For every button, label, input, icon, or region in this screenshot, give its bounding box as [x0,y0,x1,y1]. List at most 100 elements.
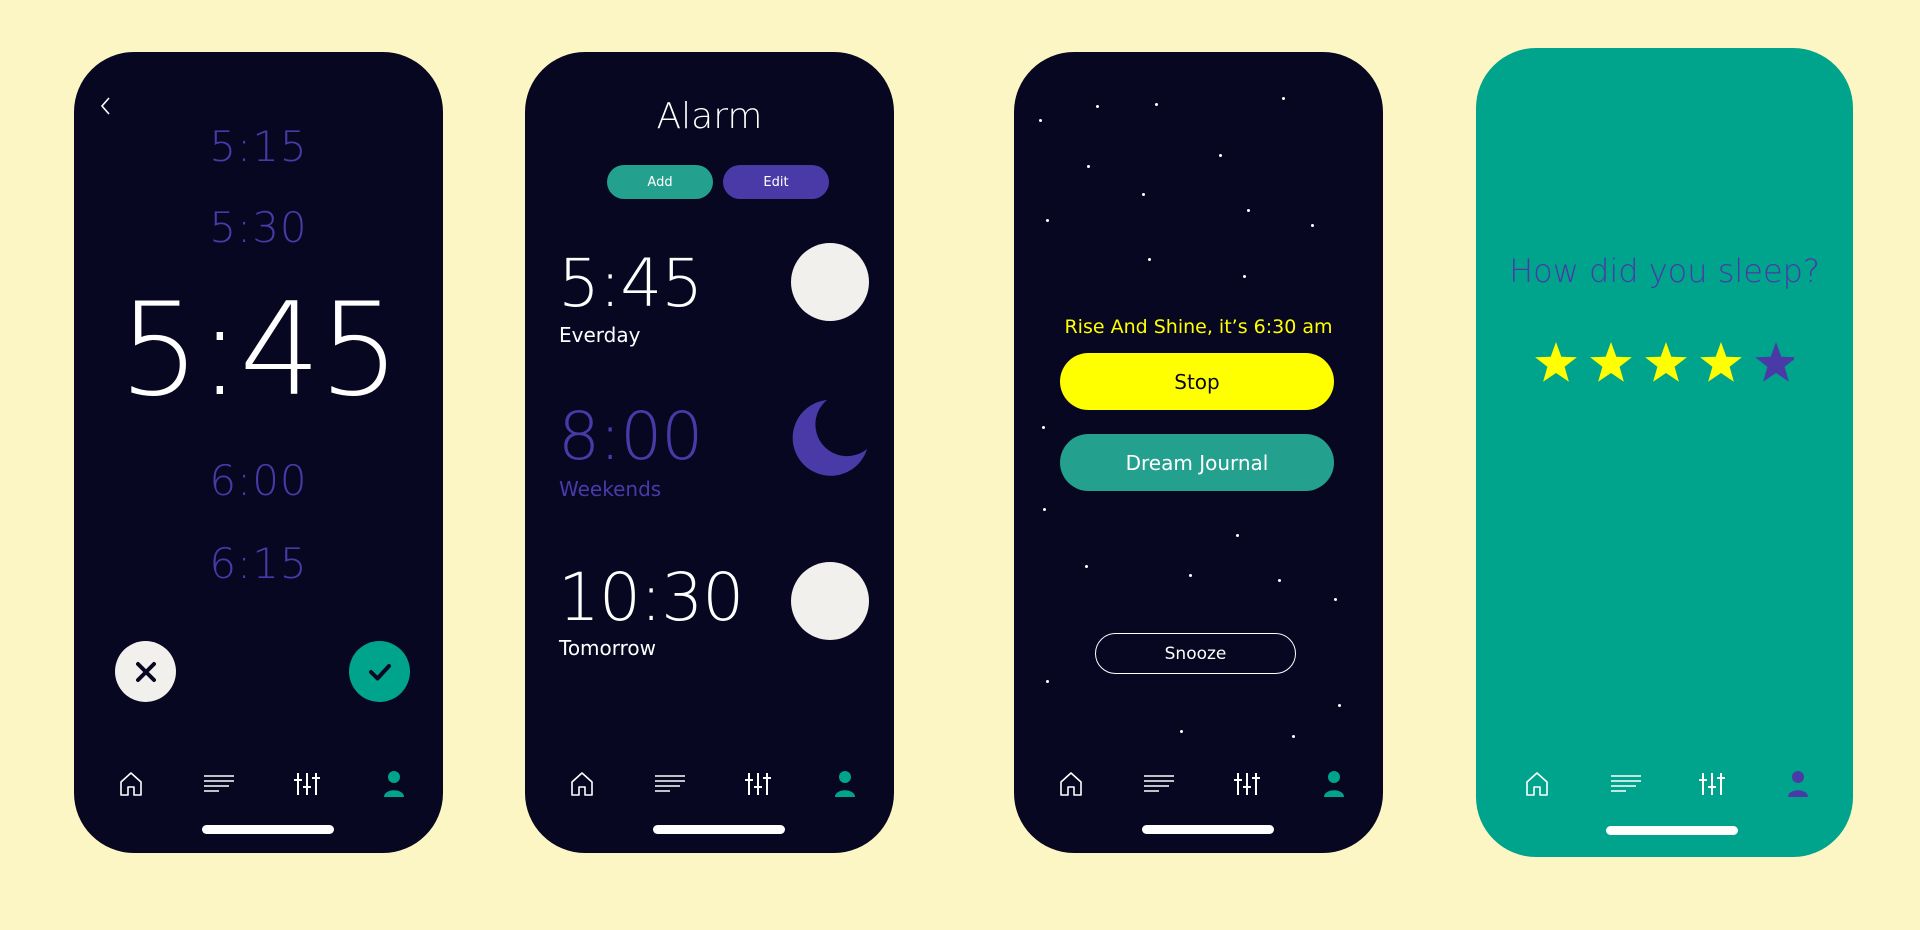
star-dot [1039,119,1042,122]
alarm-time[interactable]: 5:45 [558,245,703,322]
sliders-icon [294,773,320,795]
alarm-toggle[interactable] [791,562,869,640]
time-option[interactable]: 6:15 [74,539,443,588]
alarm-time[interactable]: 8:00 [558,398,703,475]
tab-settings[interactable] [1692,764,1732,804]
star-dot [1096,105,1099,108]
alarm-toggle[interactable] [787,397,869,479]
phone-alarm-list: Alarm Add Edit 5:45 Everday 8:00 Weekend… [525,52,894,853]
tab-bar [525,764,894,814]
list-icon [1611,775,1641,792]
tab-profile[interactable] [374,764,414,804]
dream-journal-button[interactable]: Dream Journal [1060,434,1334,491]
home-icon [571,772,593,796]
star-rating [1534,341,1797,387]
star-dot [1042,426,1045,429]
alarm-label: Weekends [559,477,662,501]
rating-question: How did you sleep? [1509,252,1820,290]
tab-settings[interactable] [287,764,327,804]
tab-home[interactable] [562,764,602,804]
star-dot [1142,193,1145,196]
snooze-button[interactable]: Snooze [1095,633,1296,674]
star-dot [1189,574,1192,577]
cancel-button[interactable] [115,641,176,702]
sliders-icon [745,773,771,795]
page-title: Alarm [656,96,763,137]
chevron-left-icon [100,97,110,115]
star-dot [1278,579,1281,582]
phone-time-picker: 5:15 5:30 5:45 6:00 6:15 [74,52,443,853]
star-dot [1043,508,1046,511]
tab-list[interactable] [1139,764,1179,804]
star-dot [1087,165,1090,168]
list-icon [1144,775,1174,792]
profile-icon [835,771,855,797]
star-dot [1219,154,1222,157]
list-icon [655,775,685,792]
moon-icon [792,400,867,476]
selected-time[interactable]: 5:45 [74,287,443,415]
rating-star-icon[interactable] [1645,342,1687,382]
tab-profile[interactable] [1314,764,1354,804]
close-icon [135,661,156,682]
time-option[interactable]: 5:15 [74,122,443,171]
home-icon [120,772,142,796]
alarm-toggle[interactable] [791,243,869,321]
check-icon [368,663,391,680]
list-icon [204,775,234,792]
profile-icon [1324,771,1344,797]
confirm-button[interactable] [349,641,410,702]
profile-icon [1788,771,1808,797]
tab-home[interactable] [1517,764,1557,804]
tab-bar [1014,764,1383,814]
home-indicator [1606,826,1738,835]
tab-settings[interactable] [738,764,778,804]
sliders-icon [1699,773,1725,795]
stop-button[interactable]: Stop [1060,353,1334,410]
tab-profile[interactable] [825,764,865,804]
alarm-label: Tomorrow [559,636,657,660]
star-dot [1236,534,1239,537]
tab-home[interactable] [111,764,151,804]
back-button[interactable] [94,94,118,118]
home-icon [1060,772,1082,796]
star-dot [1046,680,1049,683]
star-dot [1247,209,1250,212]
star-dot [1180,730,1183,733]
star-dot [1292,735,1295,738]
sliders-icon [1234,773,1260,795]
edit-button[interactable]: Edit [723,165,829,199]
star-dot [1334,598,1337,601]
alarm-time[interactable]: 10:30 [558,559,744,636]
home-indicator [653,825,785,834]
home-indicator [202,825,334,834]
wake-message: Rise And Shine, it’s 6:30 am [1064,316,1333,338]
tab-list[interactable] [199,764,239,804]
star-dot [1243,275,1246,278]
tab-home[interactable] [1051,764,1091,804]
tab-bar [74,764,443,814]
phone-sleep-rating: How did you sleep? [1476,48,1853,857]
star-rating-graphic [1535,342,1797,382]
tab-list[interactable] [1606,764,1646,804]
rating-star-icon[interactable] [1700,342,1742,382]
star-dot [1046,219,1049,222]
tab-settings[interactable] [1227,764,1267,804]
star-dot [1148,258,1151,261]
tab-profile[interactable] [1778,764,1818,804]
time-option[interactable]: 6:00 [74,456,443,505]
alarm-label: Everday [559,323,641,347]
time-option[interactable]: 5:30 [74,203,443,252]
rating-star-icon[interactable] [1590,342,1632,382]
rating-star-icon[interactable] [1755,342,1797,382]
tab-bar [1476,764,1853,814]
rating-star-icon[interactable] [1535,342,1577,382]
home-icon [1526,772,1548,796]
add-button[interactable]: Add [607,165,713,199]
tab-list[interactable] [650,764,690,804]
star-dot [1311,224,1314,227]
star-dot [1155,103,1158,106]
phone-alarm-ringing: Rise And Shine, it’s 6:30 am Stop Dream … [1014,52,1383,853]
star-dot [1282,97,1285,100]
home-indicator [1142,825,1274,834]
